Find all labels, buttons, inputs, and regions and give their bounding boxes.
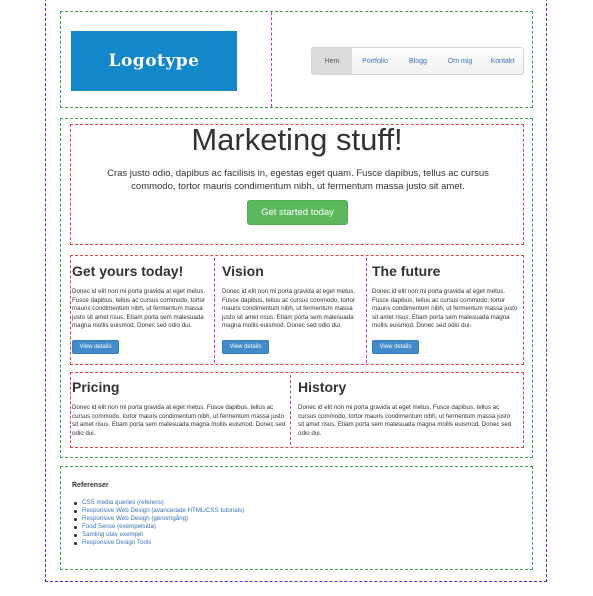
column-title-vision: Vision <box>222 263 264 279</box>
nav-item-hem[interactable]: Hem <box>312 48 352 74</box>
header-divider <box>271 12 272 107</box>
reference-link[interactable]: CSS media queries (referens) <box>73 499 244 507</box>
hero-lead: Cras justo odio, dapibus ac facilisis in… <box>107 168 489 192</box>
section-text-history: Donec id elit non mi porta gravida at eg… <box>298 404 512 437</box>
nav-item-om-mig[interactable]: Om mig <box>438 48 482 74</box>
reference-link[interactable]: Responsive Web Design (avancerade HTML/C… <box>73 507 244 515</box>
references-list: CSS media queries (referens) Responsive … <box>73 499 244 547</box>
view-details-button-3[interactable]: View details <box>372 340 419 354</box>
reference-link[interactable]: Samling utav exempel <box>73 531 244 539</box>
nav-item-kontakt[interactable]: Kontakt <box>482 48 523 74</box>
section-title-pricing: Pricing <box>72 379 120 395</box>
get-started-button[interactable]: Get started today <box>247 200 348 225</box>
view-details-button-1[interactable]: View details <box>72 340 119 354</box>
reference-link[interactable]: Responsive Design Tools <box>73 539 244 547</box>
nav-item-portfolio[interactable]: Portfolio <box>352 48 398 74</box>
column-divider-1 <box>214 258 215 363</box>
logo[interactable]: Logotype <box>71 31 237 91</box>
reference-link[interactable]: Food Sense (exempelsida) <box>73 523 244 531</box>
column-text-vision: Donec id elit non mi porta gravida at eg… <box>222 288 356 330</box>
view-details-button-2[interactable]: View details <box>222 340 269 354</box>
column-title-get-yours: Get yours today! <box>72 263 184 279</box>
hero-title: Marketing stuff! <box>191 122 403 157</box>
wide-column-divider <box>290 375 291 445</box>
references-title: Referenser <box>72 482 109 489</box>
main-nav: Hem Portfolio Blogg Om mig Kontakt <box>311 47 524 75</box>
section-title-history: History <box>298 379 347 395</box>
column-text-future: Donec id elit non mi porta gravida at eg… <box>372 288 518 330</box>
nav-item-blogg[interactable]: Blogg <box>398 48 438 74</box>
column-text-get-yours: Donec id elit non mi porta gravida at eg… <box>72 288 206 330</box>
reference-link[interactable]: Responsive Web Design (genomgång) <box>73 515 244 523</box>
column-title-future: The future <box>372 263 441 279</box>
column-divider-2 <box>366 258 367 363</box>
section-text-pricing: Donec id elit non mi porta gravida at eg… <box>72 404 286 437</box>
